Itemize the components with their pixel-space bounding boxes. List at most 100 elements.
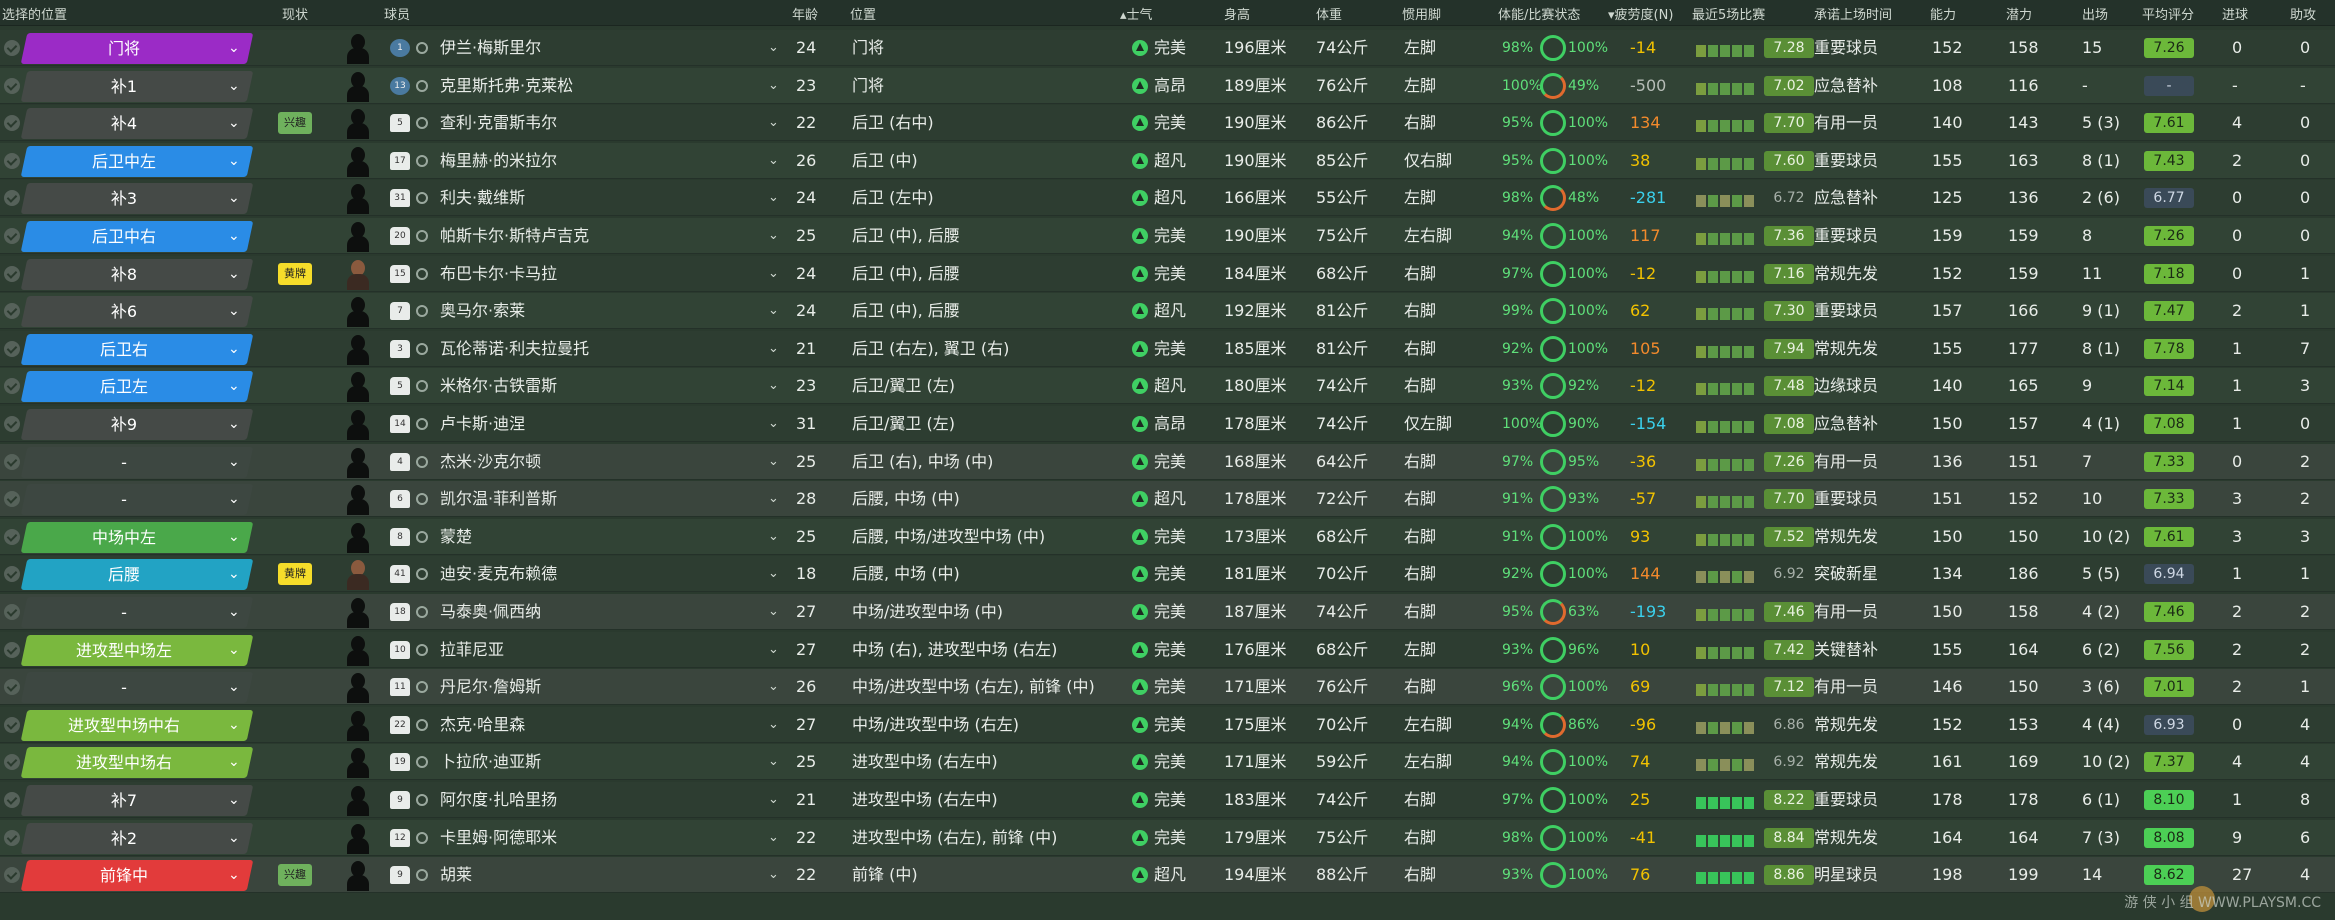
chevron-down-icon[interactable]: ⌄ [768, 632, 779, 668]
table-row[interactable]: 后卫右 ⌄ 3 瓦伦蒂诺·利夫拉曼托 ⌄ 21 后卫 (右左), 翼卫 (右) 完美 185厘米… [0, 330, 2335, 367]
player-name[interactable]: 奥马尔·索莱 [440, 293, 525, 329]
position-select-button[interactable]: 中场中左 ⌄ [20, 521, 254, 553]
table-row[interactable]: - ⌄ 4 杰米·沙克尔顿 ⌄ 25 后卫 (右), 中场 (中) 完美 168厘米 64公斤 右脚… [0, 443, 2335, 480]
header-status[interactable]: 现状 [282, 4, 308, 23]
chevron-down-icon[interactable]: ⌄ [768, 293, 779, 329]
table-row[interactable]: 补8 ⌄ 黄牌 15 布巴卡尔·卡马拉 ⌄ 24 后卫 (中), 后腰 完美 184厘米 68公斤 右… [0, 255, 2335, 292]
chevron-down-icon[interactable]: ⌄ [768, 519, 779, 555]
position-select-button[interactable]: 进攻型中场中右 ⌄ [20, 709, 254, 741]
select-checkbox-icon[interactable] [4, 453, 20, 470]
header-morale[interactable]: ▴士气 [1120, 4, 1153, 23]
player-info-icon[interactable] [416, 831, 428, 844]
player-name[interactable]: 克里斯托弗·克莱松 [440, 68, 573, 104]
chevron-down-icon[interactable]: ⌄ [768, 669, 779, 705]
player-name[interactable]: 拉菲尼亚 [440, 632, 504, 668]
table-row[interactable]: 补4 ⌄ 兴趣 5 查利·克雷斯韦尔 ⌄ 22 后卫 (右中) 完美 190厘米 86公斤 右脚 95%… [0, 105, 2335, 142]
header-ability[interactable]: 能力 [1930, 4, 1956, 23]
table-row[interactable]: 补7 ⌄ 9 阿尔度·扎哈里扬 ⌄ 21 进攻型中场 (右左中) 完美 183厘米 74公斤 右脚 9… [0, 782, 2335, 818]
header-fatigue[interactable]: ▾疲劳度(N) [1608, 4, 1673, 23]
player-info-icon[interactable] [416, 794, 428, 806]
select-checkbox-icon[interactable] [4, 528, 20, 545]
position-select-button[interactable]: 后卫中右 ⌄ [20, 221, 254, 252]
player-info-icon[interactable] [416, 380, 428, 393]
player-info-icon[interactable] [416, 568, 428, 581]
chevron-down-icon[interactable]: ⌄ [768, 331, 779, 367]
table-row[interactable]: - ⌄ 6 凯尔温·菲利普斯 ⌄ 28 后腰, 中场 (中) 超凡 178厘米 72公斤 右脚 91%… [0, 481, 2335, 518]
position-select-button[interactable]: 补6 ⌄ [20, 296, 254, 328]
table-row[interactable]: 补6 ⌄ 7 奥马尔·索莱 ⌄ 24 后卫 (中), 后腰 超凡 192厘米 81公斤 右脚 99% 1… [0, 293, 2335, 330]
player-name[interactable]: 帕斯卡尔·斯特卢吉克 [440, 218, 589, 254]
player-name[interactable]: 杰米·沙克尔顿 [440, 444, 541, 480]
player-name[interactable]: 阿尔度·扎哈里扬 [440, 782, 557, 818]
position-select-button[interactable]: 后卫左 ⌄ [20, 371, 254, 403]
table-row[interactable]: 补2 ⌄ 12 卡里姆·阿德耶米 ⌄ 22 进攻型中场 (右左), 前锋 (中) 完美 179厘… [0, 819, 2335, 856]
player-info-icon[interactable] [416, 869, 428, 882]
select-checkbox-icon[interactable] [4, 378, 20, 395]
position-select-button[interactable]: - ⌄ [20, 446, 254, 478]
header-apps[interactable]: 出场 [2082, 4, 2108, 23]
chevron-down-icon[interactable]: ⌄ [768, 594, 779, 630]
player-info-icon[interactable] [416, 681, 428, 694]
select-checkbox-icon[interactable] [4, 152, 20, 169]
player-info-icon[interactable] [416, 117, 428, 130]
player-name[interactable]: 卢卡斯·迪涅 [440, 406, 525, 442]
select-checkbox-icon[interactable] [4, 40, 20, 56]
player-info-icon[interactable] [416, 493, 428, 506]
position-select-button[interactable]: 进攻型中场左 ⌄ [20, 634, 254, 666]
header-age[interactable]: 年龄 [792, 4, 818, 23]
position-select-button[interactable]: 后腰 ⌄ [20, 559, 254, 591]
table-row[interactable]: 中场中左 ⌄ 8 蒙楚 ⌄ 25 后腰, 中场/进攻型中场 (中) 完美 173厘米 68公斤 右脚… [0, 518, 2335, 555]
table-row[interactable]: 后卫中右 ⌄ 20 帕斯卡尔·斯特卢吉克 ⌄ 25 后卫 (中), 后腰 完美 190厘米 75公… [0, 218, 2335, 254]
table-row[interactable]: 后卫中左 ⌄ 17 梅里赫·的米拉尔 ⌄ 26 后卫 (中) 超凡 190厘米 85公斤 仅右脚 95… [0, 142, 2335, 179]
player-name[interactable]: 卡里姆·阿德耶米 [440, 820, 557, 856]
table-row[interactable]: 补1 ⌄ 13 克里斯托弗·克莱松 ⌄ 23 门将 高昂 189厘米 76公斤 左脚 100% 49% -… [0, 67, 2335, 104]
header-playing-time[interactable]: 承诺上场时间 [1814, 4, 1892, 23]
player-info-icon[interactable] [416, 79, 428, 92]
header-player[interactable]: 球员 [384, 4, 410, 23]
select-checkbox-icon[interactable] [4, 303, 20, 320]
player-info-icon[interactable] [416, 42, 428, 54]
player-name[interactable]: 米格尔·古铁雷斯 [440, 368, 557, 404]
chevron-down-icon[interactable]: ⌄ [768, 481, 779, 517]
header-last5[interactable]: 最近5场比赛 [1692, 4, 1765, 23]
table-row[interactable]: - ⌄ 11 丹尼尔·詹姆斯 ⌄ 26 中场/进攻型中场 (右左), 前锋 (中) 完美 171… [0, 669, 2335, 706]
player-name[interactable]: 蒙楚 [440, 519, 472, 555]
select-checkbox-icon[interactable] [4, 340, 20, 357]
player-info-icon[interactable] [416, 342, 428, 355]
select-checkbox-icon[interactable] [4, 829, 20, 846]
select-checkbox-icon[interactable] [4, 604, 20, 620]
select-checkbox-icon[interactable] [4, 416, 20, 432]
table-row[interactable]: 后腰 ⌄ 黄牌 41 迪安·麦克布赖德 ⌄ 18 后腰, 中场 (中) 完美 181厘米 70公斤 右… [0, 556, 2335, 593]
player-name[interactable]: 瓦伦蒂诺·利夫拉曼托 [440, 331, 589, 367]
table-row[interactable]: 进攻型中场左 ⌄ 10 拉菲尼亚 ⌄ 27 中场 (右), 进攻型中场 (右左) 完美 176厘… [0, 631, 2335, 668]
table-row[interactable]: 补9 ⌄ 14 卢卡斯·迪涅 ⌄ 31 后卫/翼卫 (左) 高昂 178厘米 74公斤 仅左脚 100… [0, 406, 2335, 442]
chevron-down-icon[interactable]: ⌄ [768, 707, 779, 743]
table-row[interactable]: 进攻型中场中右 ⌄ 22 杰克·哈里森 ⌄ 27 中场/进攻型中场 (右左) 完美 175厘米 7… [0, 706, 2335, 743]
table-row[interactable]: 后卫左 ⌄ 5 米格尔·古铁雷斯 ⌄ 23 后卫/翼卫 (左) 超凡 180厘米 74公斤 右脚 93… [0, 368, 2335, 405]
position-select-button[interactable]: 前锋中 ⌄ [20, 860, 254, 892]
select-checkbox-icon[interactable] [4, 754, 20, 771]
player-info-icon[interactable] [416, 643, 428, 656]
position-select-button[interactable]: 补7 ⌄ [20, 785, 254, 816]
select-checkbox-icon[interactable] [4, 115, 20, 132]
player-name[interactable]: 丹尼尔·詹姆斯 [440, 669, 541, 705]
select-checkbox-icon[interactable] [4, 77, 20, 94]
player-name[interactable]: 伊兰·梅斯里尔 [440, 30, 541, 66]
player-info-icon[interactable] [416, 418, 428, 430]
chevron-down-icon[interactable]: ⌄ [768, 820, 779, 856]
player-name[interactable]: 马泰奥·佩西纳 [440, 594, 541, 630]
select-checkbox-icon[interactable] [4, 679, 20, 696]
player-name[interactable]: 查利·克雷斯韦尔 [440, 105, 557, 141]
header-position[interactable]: 位置 [850, 4, 876, 23]
player-info-icon[interactable] [416, 455, 428, 468]
position-select-button[interactable]: - ⌄ [20, 672, 254, 704]
player-info-icon[interactable] [416, 154, 428, 167]
select-checkbox-icon[interactable] [4, 792, 20, 808]
chevron-down-icon[interactable]: ⌄ [768, 556, 779, 592]
chevron-down-icon[interactable]: ⌄ [768, 180, 779, 216]
chevron-down-icon[interactable]: ⌄ [768, 143, 779, 179]
select-checkbox-icon[interactable] [4, 566, 20, 583]
table-row[interactable]: 前锋中 ⌄ 兴趣 9 胡莱 ⌄ 22 前锋 (中) 超凡 194厘米 88公斤 右脚 93% 100% 76… [0, 857, 2335, 894]
position-select-button[interactable]: 补2 ⌄ [20, 822, 254, 854]
select-checkbox-icon[interactable] [4, 641, 20, 658]
